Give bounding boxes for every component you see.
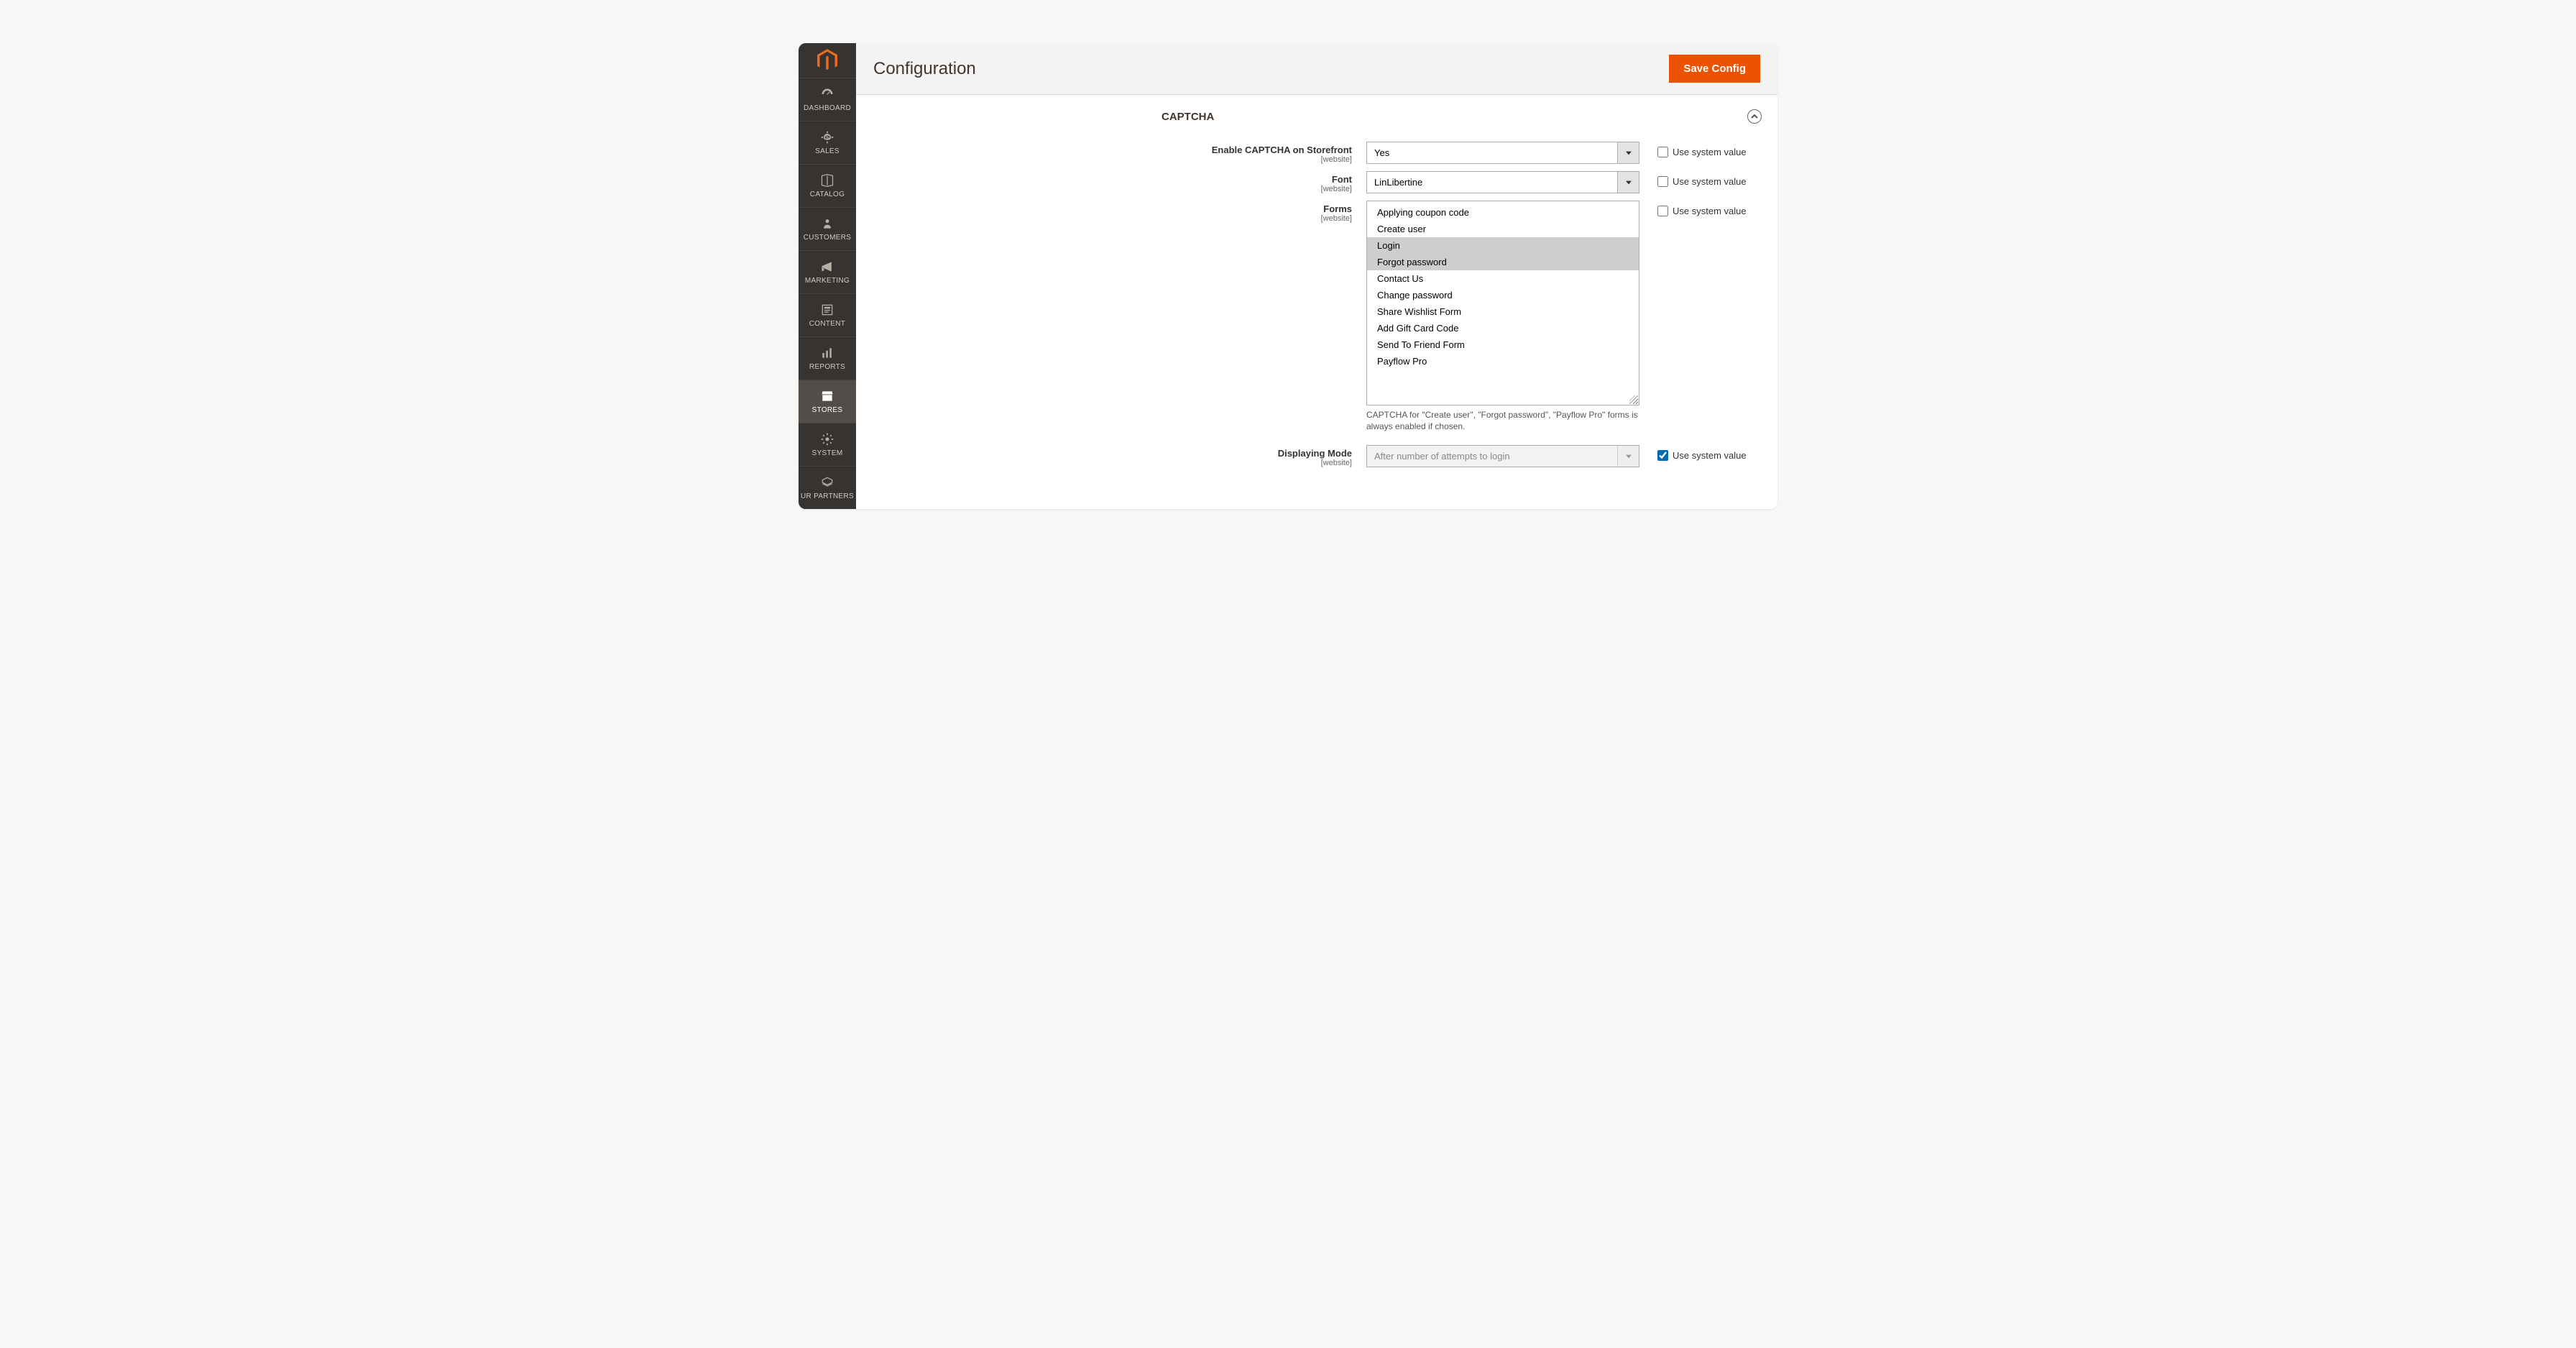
sidebar-item-label: SALES	[815, 147, 840, 155]
chevron-down-icon	[1617, 172, 1639, 193]
chevron-down-icon	[1617, 446, 1639, 467]
sidebar-item-stores[interactable]: STORES	[799, 380, 856, 423]
sidebar-item-label: STORES	[812, 406, 843, 414]
sidebar-item-label: SYSTEM	[812, 449, 843, 457]
forms-option[interactable]: Change password	[1367, 287, 1639, 303]
forms-option[interactable]: Send To Friend Form	[1367, 336, 1639, 353]
svg-text:$: $	[825, 134, 829, 142]
sidebar-item-label: MARKETING	[805, 277, 850, 285]
field-scope: [website]	[1321, 185, 1352, 193]
sidebar-item-marketing[interactable]: MARKETING	[799, 250, 856, 293]
page-title: Configuration	[873, 59, 976, 79]
enable-captcha-select[interactable]: Yes	[1366, 142, 1639, 164]
sidebar-item-system[interactable]: SYSTEM	[799, 423, 856, 466]
sidebar-item-label: CUSTOMERS	[804, 234, 851, 242]
forms-option[interactable]: Contact Us	[1367, 270, 1639, 287]
use-system-value-checkbox[interactable]: Use system value	[1657, 176, 1747, 187]
sidebar-item-label: UR PARTNERS	[801, 492, 854, 500]
use-system-value-checkbox[interactable]: Use system value	[1657, 450, 1747, 461]
sidebar-item-catalog[interactable]: CATALOG	[799, 164, 856, 207]
field-enable-captcha: Enable CAPTCHA on Storefront [website] Y…	[856, 138, 1777, 168]
forms-option[interactable]: Share Wishlist Form	[1367, 303, 1639, 320]
sidebar-item-customers[interactable]: CUSTOMERS	[799, 207, 856, 250]
field-label: Font	[1332, 174, 1352, 185]
sidebar-item-partners[interactable]: UR PARTNERS	[799, 466, 856, 509]
sidebar-item-label: DASHBOARD	[804, 104, 851, 112]
sidebar-item-content[interactable]: CONTENT	[799, 293, 856, 336]
forms-option[interactable]: Applying coupon code	[1367, 204, 1639, 221]
use-system-value-checkbox[interactable]: Use system value	[1657, 147, 1747, 157]
field-scope: [website]	[1321, 214, 1352, 223]
field-displaying-mode: Displaying Mode [website] After number o…	[856, 441, 1777, 471]
chevron-down-icon	[1617, 142, 1639, 163]
forms-option[interactable]: Payflow Pro	[1367, 353, 1639, 370]
field-scope: [website]	[1321, 155, 1352, 164]
field-label: Enable CAPTCHA on Storefront	[1212, 145, 1352, 155]
section-header-captcha[interactable]: CAPTCHA	[856, 95, 1777, 138]
field-forms: Forms [website] Applying coupon codeCrea…	[856, 197, 1777, 436]
collapse-icon[interactable]	[1747, 109, 1762, 124]
forms-option[interactable]: Login	[1367, 237, 1639, 254]
forms-option[interactable]: Add Gift Card Code	[1367, 320, 1639, 336]
displaying-mode-select: After number of attempts to login	[1366, 445, 1639, 467]
admin-window: DASHBOARD $ SALES CATALOG CUSTOMERS MARKETING…	[799, 43, 1777, 509]
page-header: Configuration Save Config	[856, 43, 1777, 95]
forms-option[interactable]: Forgot password	[1367, 254, 1639, 270]
magento-logo-icon	[817, 49, 837, 72]
field-font: Font [website] LinLibertine Use system v…	[856, 168, 1777, 197]
sidebar-item-reports[interactable]: REPORTS	[799, 336, 856, 380]
field-scope: [website]	[1321, 459, 1352, 467]
sidebar-item-label: CONTENT	[809, 320, 845, 328]
forms-option[interactable]: Create user	[1367, 221, 1639, 237]
admin-sidebar: DASHBOARD $ SALES CATALOG CUSTOMERS MARKETING…	[799, 43, 856, 509]
field-label: Displaying Mode	[1278, 448, 1352, 459]
config-form: CAPTCHA Enable CAPTCHA on Storefront [we…	[856, 95, 1777, 509]
use-system-value-checkbox[interactable]: Use system value	[1657, 206, 1747, 216]
magento-logo[interactable]	[799, 43, 856, 78]
sidebar-item-dashboard[interactable]: DASHBOARD	[799, 78, 856, 121]
forms-help-text: CAPTCHA for "Create user", "Forgot passw…	[1366, 405, 1639, 432]
sidebar-item-label: CATALOG	[810, 191, 845, 198]
sidebar-item-sales[interactable]: $ SALES	[799, 121, 856, 164]
sidebar-item-label: REPORTS	[809, 363, 845, 371]
save-config-button[interactable]: Save Config	[1669, 55, 1760, 83]
field-label: Forms	[1323, 203, 1352, 214]
forms-multiselect[interactable]: Applying coupon codeCreate userLoginForg…	[1366, 201, 1639, 405]
font-select[interactable]: LinLibertine	[1366, 171, 1639, 193]
section-title: CAPTCHA	[1162, 111, 1214, 123]
